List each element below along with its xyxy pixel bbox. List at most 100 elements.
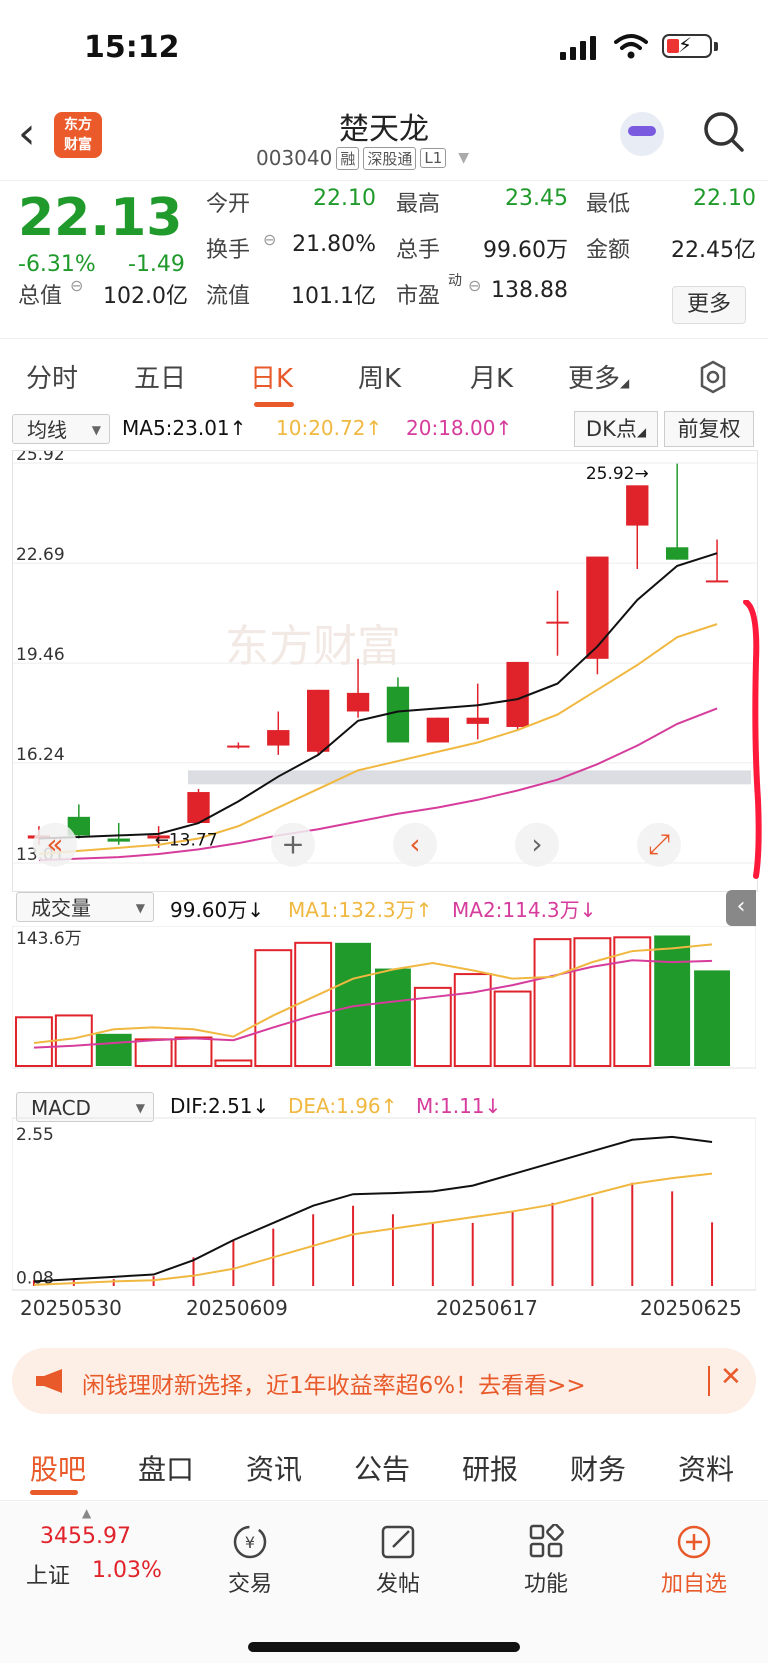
change-amount: -1.49 (128, 252, 185, 277)
label-float-cap: 流值 (206, 284, 251, 309)
volume-bar (654, 935, 691, 1066)
label-open: 今开 (206, 192, 251, 217)
value-float-cap: 101.1亿 (291, 284, 376, 309)
ma5-line (38, 552, 718, 840)
macd-dea-line (33, 1172, 713, 1286)
add-circle-icon (677, 1525, 711, 1559)
high-price-marker: 25.92→ (586, 464, 649, 484)
chart-tabs: 分时 五日 日K 周K 月K 更多◢ (0, 340, 768, 410)
tab-profile[interactable]: 资料 (678, 1448, 734, 1488)
nav-functions-label: 功能 (523, 1572, 568, 1597)
candle-body (466, 717, 489, 724)
tag-connect: 深股通 (363, 146, 417, 170)
more-button[interactable]: 更多 (672, 286, 746, 324)
candle-body (227, 745, 250, 748)
candle-body (705, 580, 729, 583)
nav-trade[interactable]: ¥ 交易 (200, 1524, 300, 1598)
candlestick-chart[interactable]: 25.9222.6919.4616.2413.01东方财富25.92→←13.7… (13, 451, 757, 891)
tab-monthly-k[interactable]: 月K (470, 358, 513, 395)
volume-bar (493, 990, 532, 1067)
info-icon[interactable]: ⊖ (468, 276, 481, 295)
value-turnover: 21.80% (292, 232, 376, 257)
indicator-select[interactable]: 均线 ▼ (12, 414, 110, 444)
stock-code-row[interactable]: 003040 融 深股通 L1 ▼ (256, 146, 469, 170)
tab-daily-k[interactable]: 日K (250, 358, 293, 395)
candle-body (267, 730, 290, 746)
support-band (188, 770, 751, 785)
gear-icon[interactable] (696, 360, 730, 394)
label-turnover: 换手 (206, 238, 251, 263)
nav-add-watchlist[interactable]: 加自选 (644, 1524, 744, 1598)
tab-more[interactable]: 更多◢ (568, 358, 629, 395)
home-indicator (248, 1642, 520, 1652)
nav-add-watchlist-label: 加自选 (660, 1572, 727, 1597)
info-icon[interactable]: ⊖ (70, 276, 83, 295)
volume-indicator-select[interactable]: 成交量 ▼ (16, 892, 154, 922)
select-arrow-icon: ▼ (135, 901, 145, 915)
assistant-robot-icon[interactable] (620, 112, 664, 156)
adjust-button[interactable]: 前复权 (664, 411, 754, 447)
volume-bar (613, 936, 652, 1068)
status-bar: 15:12 ⚡ (0, 0, 768, 100)
volume-bar (413, 986, 452, 1067)
wifi-icon (614, 34, 648, 59)
volume-bar (573, 937, 612, 1068)
volume-ma1: MA1:132.3万↑ (288, 898, 433, 922)
content-tabs: 股吧 盘口 资讯 公告 研报 财务 资料 (0, 1430, 768, 1501)
active-tab-indicator (254, 402, 294, 407)
index-name[interactable]: 上证 (26, 1558, 70, 1590)
volume-bar (95, 1033, 132, 1066)
tab-finance[interactable]: 财务 (570, 1448, 626, 1488)
volume-ma2: MA2:114.3万↓ (452, 898, 597, 922)
chart-area[interactable]: 25.9222.6919.4616.2413.01东方财富25.92→←13.7… (12, 450, 758, 892)
tab-orderbook[interactable]: 盘口 (138, 1448, 194, 1488)
dk-point-button[interactable]: DK点◢ (574, 411, 658, 447)
next-icon: › (531, 828, 542, 861)
candle-body (586, 556, 609, 659)
tab-intraday[interactable]: 分时 (26, 358, 78, 395)
candle-body (426, 717, 450, 743)
index-value[interactable]: 3455.97 (40, 1524, 131, 1549)
value-pe: 138.88 (491, 278, 568, 303)
tab-forum[interactable]: 股吧 (30, 1448, 86, 1488)
divider (0, 338, 768, 339)
collapse-panel-icon[interactable]: ‹ (726, 890, 756, 926)
tab-weekly-k[interactable]: 周K (358, 358, 401, 395)
volume-bar (134, 1038, 173, 1068)
stock-header: ‹ 东方 财富 楚天龙 003040 融 深股通 L1 ▼ (0, 100, 768, 181)
tab-news[interactable]: 资讯 (246, 1448, 302, 1488)
volume-bar (694, 970, 731, 1066)
volume-bar (294, 941, 333, 1067)
nav-functions[interactable]: 功能 (496, 1524, 596, 1598)
volume-select-label: 成交量 (31, 896, 91, 920)
megaphone-icon (36, 1369, 62, 1393)
index-change[interactable]: 1.03% (92, 1558, 162, 1583)
red-annotation-stroke (743, 600, 762, 879)
close-icon[interactable]: ✕ (720, 1362, 742, 1392)
candle-body (546, 621, 569, 624)
value-low: 22.10 (693, 186, 756, 211)
tab-announcements[interactable]: 公告 (354, 1448, 410, 1488)
watermark: 东方财富 (225, 621, 401, 672)
volume-bar (174, 1036, 213, 1068)
volume-bar (214, 1059, 253, 1068)
info-icon[interactable]: ⊖ (263, 230, 276, 249)
candle-body (386, 686, 410, 743)
nav-post[interactable]: 发帖 (348, 1524, 448, 1598)
promo-banner[interactable]: 闲钱理财新选择，近1年收益率超6%！去看看>> ✕ (12, 1348, 756, 1414)
nav-trade-label: 交易 (227, 1572, 272, 1597)
label-low: 最低 (586, 192, 631, 217)
banner-divider (708, 1366, 710, 1396)
search-icon[interactable] (702, 110, 746, 154)
grid-apps-icon (529, 1524, 564, 1558)
volume-value: 99.60万↓ (170, 898, 265, 922)
indicator-select-label: 均线 (27, 418, 67, 442)
dk-label: DK点 (585, 417, 637, 441)
tab-more-label: 更多 (568, 364, 621, 394)
dropdown-caret-icon: ▼ (458, 150, 470, 166)
tab-research[interactable]: 研报 (462, 1448, 518, 1488)
y-tick-label: 19.46 (16, 645, 65, 665)
crosshair-icon: + (281, 828, 304, 861)
tab-five-day[interactable]: 五日 (134, 358, 186, 395)
bottom-nav: ▲ 3455.97 上证 1.03% ¥ 交易 发帖 功能 加自选 (0, 1502, 768, 1663)
